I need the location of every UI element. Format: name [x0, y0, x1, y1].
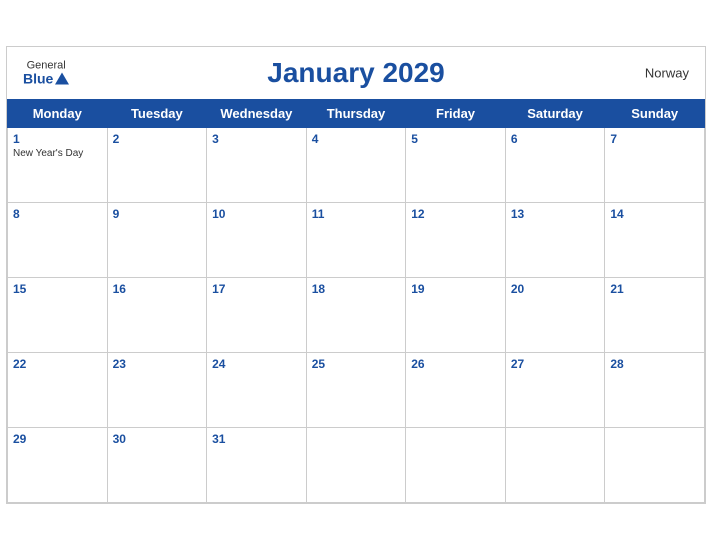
day-number: 11	[312, 207, 401, 221]
logo-triangle-icon	[55, 73, 69, 85]
day-cell-29: 29	[8, 428, 108, 503]
day-number: 5	[411, 132, 500, 146]
day-number: 1	[13, 132, 102, 146]
day-cell-22: 22	[8, 353, 108, 428]
day-number: 4	[312, 132, 401, 146]
day-cell-26: 26	[406, 353, 506, 428]
day-cell-25: 25	[306, 353, 406, 428]
day-number: 30	[113, 432, 202, 446]
day-cell-18: 18	[306, 278, 406, 353]
day-number: 18	[312, 282, 401, 296]
day-number: 26	[411, 357, 500, 371]
day-number: 24	[212, 357, 301, 371]
day-cell-28: 28	[605, 353, 705, 428]
day-cell-4: 4	[306, 128, 406, 203]
calendar-title: January 2029	[267, 57, 444, 89]
day-cell-1: 1 New Year's Day	[8, 128, 108, 203]
day-number: 13	[511, 207, 600, 221]
day-cell-9: 9	[107, 203, 207, 278]
calendar-header: General Blue January 2029 Norway	[7, 47, 705, 99]
day-cell-13: 13	[505, 203, 605, 278]
calendar-body: 1New Year's Day2345678910111213141516171…	[8, 128, 705, 503]
day-number: 19	[411, 282, 500, 296]
logo-blue-text: Blue	[23, 72, 69, 86]
day-number: 3	[212, 132, 301, 146]
day-cell-15: 15	[8, 278, 108, 353]
header-thursday: Thursday	[306, 100, 406, 128]
day-cell-32	[306, 428, 406, 503]
week-row-1: 1 New Year's Day 234567	[8, 128, 705, 203]
logo: General Blue	[23, 61, 69, 86]
day-cell-23: 23	[107, 353, 207, 428]
country-label: Norway	[645, 66, 689, 81]
day-number: 15	[13, 282, 102, 296]
day-cell-19: 19	[406, 278, 506, 353]
day-number: 29	[13, 432, 102, 446]
day-number: 10	[212, 207, 301, 221]
week-row-5: 29 30 31	[8, 428, 705, 503]
day-cell-35	[605, 428, 705, 503]
day-cell-6: 6	[505, 128, 605, 203]
day-number: 28	[610, 357, 699, 371]
day-number: 8	[13, 207, 102, 221]
day-number: 25	[312, 357, 401, 371]
day-number: 17	[212, 282, 301, 296]
header-sunday: Sunday	[605, 100, 705, 128]
day-cell-10: 10	[207, 203, 307, 278]
day-cell-31: 31	[207, 428, 307, 503]
day-number: 20	[511, 282, 600, 296]
day-cell-11: 11	[306, 203, 406, 278]
week-row-4: 22 23 24 25 26 27 28	[8, 353, 705, 428]
holiday-label: New Year's Day	[13, 148, 102, 159]
header-friday: Friday	[406, 100, 506, 128]
day-cell-12: 12	[406, 203, 506, 278]
day-number: 31	[212, 432, 301, 446]
header-wednesday: Wednesday	[207, 100, 307, 128]
day-cell-20: 20	[505, 278, 605, 353]
day-cell-33	[406, 428, 506, 503]
day-cell-5: 5	[406, 128, 506, 203]
day-cell-7: 7	[605, 128, 705, 203]
day-cell-3: 3	[207, 128, 307, 203]
day-cell-2: 2	[107, 128, 207, 203]
header-saturday: Saturday	[505, 100, 605, 128]
week-row-2: 89 10 11 12 13 14	[8, 203, 705, 278]
day-cell-14: 14	[605, 203, 705, 278]
day-cell-17: 17	[207, 278, 307, 353]
day-number: 16	[113, 282, 202, 296]
day-cell-34	[505, 428, 605, 503]
calendar-table: Monday Tuesday Wednesday Thursday Friday…	[7, 99, 705, 503]
day-cell-8: 8	[8, 203, 108, 278]
logo-blue-label: Blue	[23, 72, 53, 86]
day-cell-30: 30	[107, 428, 207, 503]
header-tuesday: Tuesday	[107, 100, 207, 128]
day-cell-24: 24	[207, 353, 307, 428]
calendar-container: General Blue January 2029 Norway Monday …	[6, 46, 706, 504]
day-number: 14	[610, 207, 699, 221]
header-monday: Monday	[8, 100, 108, 128]
day-cell-16: 16	[107, 278, 207, 353]
day-number: 9	[113, 207, 202, 221]
day-number: 23	[113, 357, 202, 371]
day-number: 22	[13, 357, 102, 371]
day-number: 2	[113, 132, 202, 146]
weekday-header-row: Monday Tuesday Wednesday Thursday Friday…	[8, 100, 705, 128]
day-number: 12	[411, 207, 500, 221]
day-number: 7	[610, 132, 699, 146]
day-number: 6	[511, 132, 600, 146]
week-row-3: 15 16 17 18 19 20 21	[8, 278, 705, 353]
day-number: 27	[511, 357, 600, 371]
day-cell-27: 27	[505, 353, 605, 428]
day-cell-21: 21	[605, 278, 705, 353]
day-number: 21	[610, 282, 699, 296]
